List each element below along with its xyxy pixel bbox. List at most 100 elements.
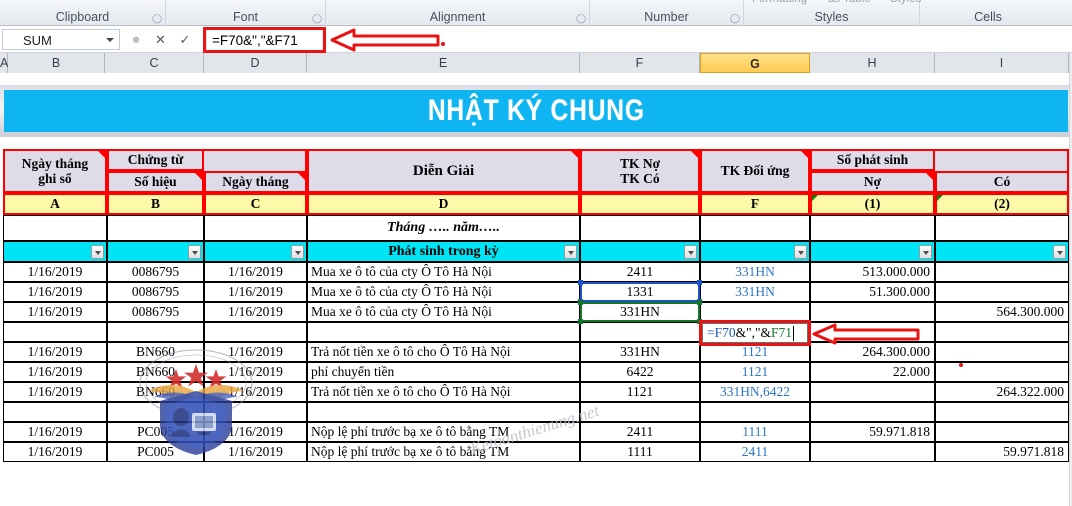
- cell-tk-no[interactable]: 1111: [580, 442, 700, 462]
- column-header-b[interactable]: B: [8, 53, 105, 73]
- cell-co[interactable]: 264.322.000: [935, 382, 1069, 402]
- ribbon-group-clipboard[interactable]: Clipboard ◯: [0, 0, 166, 26]
- cell-co[interactable]: [935, 422, 1069, 442]
- cell-so-hieu[interactable]: PC005: [107, 442, 204, 462]
- cell-co[interactable]: [935, 402, 1069, 422]
- cell-so-hieu[interactable]: [107, 402, 204, 422]
- formula-input[interactable]: =F70&","&F71: [206, 29, 323, 51]
- dialog-launcher-icon[interactable]: ◯: [576, 14, 586, 23]
- column-header-d[interactable]: D: [204, 53, 307, 73]
- cell-date[interactable]: 1/16/2019: [3, 442, 107, 462]
- cell-dien-giai[interactable]: Mua xe ô tô của cty Ô Tô Hà Nội: [307, 282, 580, 302]
- cell-ngay-thang[interactable]: 1/16/2019: [204, 262, 307, 282]
- filter-cell-h[interactable]: [810, 241, 935, 262]
- cell-tk-doi-ung[interactable]: 331HN,6422: [700, 382, 810, 402]
- ribbon-cut-label-as-table[interactable]: as Table: [828, 0, 871, 7]
- cell-ngay-thang[interactable]: 1/16/2019: [204, 442, 307, 462]
- cell-ngay-thang[interactable]: [204, 322, 307, 342]
- ref-handle[interactable]: [697, 280, 702, 285]
- cell-tk-no[interactable]: 2411: [580, 422, 700, 442]
- dialog-launcher-icon[interactable]: ◯: [152, 14, 162, 23]
- cell-so-hieu[interactable]: BN660: [107, 362, 204, 382]
- filter-dropdown-icon[interactable]: [1053, 244, 1066, 259]
- cell-tk-no[interactable]: 1121: [580, 382, 700, 402]
- cell-co[interactable]: [935, 322, 1069, 342]
- ribbon-group-alignment[interactable]: Alignment ◯: [326, 0, 590, 26]
- cell-date[interactable]: 1/16/2019: [3, 342, 107, 362]
- column-header-h[interactable]: H: [810, 53, 935, 73]
- cell-dien-giai[interactable]: Nộp lệ phí trước bạ xe ô tô bằng TM: [307, 422, 580, 442]
- cell-so-hieu[interactable]: 0086795: [107, 282, 204, 302]
- cell-no[interactable]: 59.971.818: [810, 422, 935, 442]
- cell-date[interactable]: 1/16/2019: [3, 362, 107, 382]
- cell-ngay-thang[interactable]: 1/16/2019: [204, 282, 307, 302]
- cell-so-hieu[interactable]: 0086795: [107, 302, 204, 322]
- name-box[interactable]: SUM: [2, 29, 120, 50]
- ribbon-group-number[interactable]: Number ◯: [590, 0, 744, 26]
- filter-cell-b[interactable]: [107, 241, 204, 262]
- ribbon-group-cells[interactable]: Cells: [920, 0, 1056, 26]
- cell-tk-no[interactable]: [580, 402, 700, 422]
- cell-no[interactable]: 513.000.000: [810, 262, 935, 282]
- cell-tk-doi-ung[interactable]: 2411: [700, 442, 810, 462]
- cell-ngay-thang[interactable]: 1/16/2019: [204, 362, 307, 382]
- cell-dien-giai[interactable]: Mua xe ô tô của cty Ô Tô Hà Nội: [307, 262, 580, 282]
- cell-dien-giai[interactable]: Mua xe ô tô của cty Ô Tô Hà Nội: [307, 302, 580, 322]
- filter-dropdown-icon[interactable]: [684, 244, 697, 259]
- cell-date[interactable]: 1/16/2019: [3, 262, 107, 282]
- cell-tk-no[interactable]: [580, 322, 700, 342]
- cell-no[interactable]: [810, 402, 935, 422]
- cell-no[interactable]: 22.000: [810, 362, 935, 382]
- cell-co[interactable]: [935, 282, 1069, 302]
- cell-so-hieu[interactable]: BN660: [107, 382, 204, 402]
- filter-cell-c[interactable]: [204, 241, 307, 262]
- cell-date[interactable]: 1/16/2019: [3, 382, 107, 402]
- cell-tk-no[interactable]: 1331: [580, 282, 700, 302]
- cell-tk-no[interactable]: 331HN: [580, 342, 700, 362]
- dialog-launcher-icon[interactable]: ◯: [312, 14, 322, 23]
- cell-no[interactable]: [810, 302, 935, 322]
- cell-dien-giai[interactable]: Trả nốt tiền xe ô tô cho Ô Tô Hà Nội: [307, 342, 580, 362]
- cell-editor-g[interactable]: =F70 &","& F71: [702, 323, 808, 343]
- cell-tk-no[interactable]: 331HN: [580, 302, 700, 322]
- cell-tk-no[interactable]: 2411: [580, 262, 700, 282]
- cell-co[interactable]: [935, 362, 1069, 382]
- cell-ngay-thang[interactable]: [204, 402, 307, 422]
- cell-dien-giai[interactable]: phí chuyển tiền: [307, 362, 580, 382]
- chevron-down-icon[interactable]: [106, 38, 114, 42]
- cell-date[interactable]: [3, 322, 107, 342]
- filter-dropdown-icon[interactable]: [188, 244, 201, 259]
- cell-ngay-thang[interactable]: 1/16/2019: [204, 302, 307, 322]
- column-header-a[interactable]: A: [0, 53, 8, 73]
- cell-no[interactable]: 264.300.000: [810, 342, 935, 362]
- cell-co[interactable]: 59.971.818: [935, 442, 1069, 462]
- ref-handle[interactable]: [578, 319, 583, 324]
- insert-function-circle-icon[interactable]: ●: [126, 30, 146, 50]
- cell-co[interactable]: [935, 262, 1069, 282]
- ribbon-cut-label-formatting[interactable]: Formatting: [752, 0, 807, 7]
- column-header-e[interactable]: E: [307, 53, 580, 73]
- cell-ngay-thang[interactable]: 1/16/2019: [204, 382, 307, 402]
- filter-cell-g[interactable]: [700, 241, 810, 262]
- cell-no[interactable]: [810, 382, 935, 402]
- cell-so-hieu[interactable]: [107, 322, 204, 342]
- enter-icon[interactable]: ✓: [175, 30, 195, 50]
- ribbon-group-font[interactable]: Font ◯: [166, 0, 326, 26]
- cell-ngay-thang[interactable]: 1/16/2019: [204, 342, 307, 362]
- column-header-f[interactable]: F: [580, 53, 700, 73]
- dialog-launcher-icon[interactable]: ◯: [730, 14, 740, 23]
- column-header-g[interactable]: G: [700, 53, 810, 73]
- cell-tk-doi-ung[interactable]: 1121: [700, 362, 810, 382]
- column-header-c[interactable]: C: [105, 53, 204, 73]
- cell-tk-doi-ung[interactable]: 331HN: [700, 282, 810, 302]
- filter-dropdown-icon[interactable]: [291, 244, 304, 259]
- cell-date[interactable]: 1/16/2019: [3, 422, 107, 442]
- cell-tk-doi-ung[interactable]: [700, 302, 810, 322]
- cell-co[interactable]: 564.300.000: [935, 302, 1069, 322]
- column-header-i[interactable]: I: [935, 53, 1069, 73]
- filter-cell-i[interactable]: [935, 241, 1069, 262]
- cell-tk-doi-ung[interactable]: 1121: [700, 342, 810, 362]
- cell-co[interactable]: [935, 342, 1069, 362]
- cell-date[interactable]: [3, 402, 107, 422]
- cell-tk-doi-ung[interactable]: 1111: [700, 422, 810, 442]
